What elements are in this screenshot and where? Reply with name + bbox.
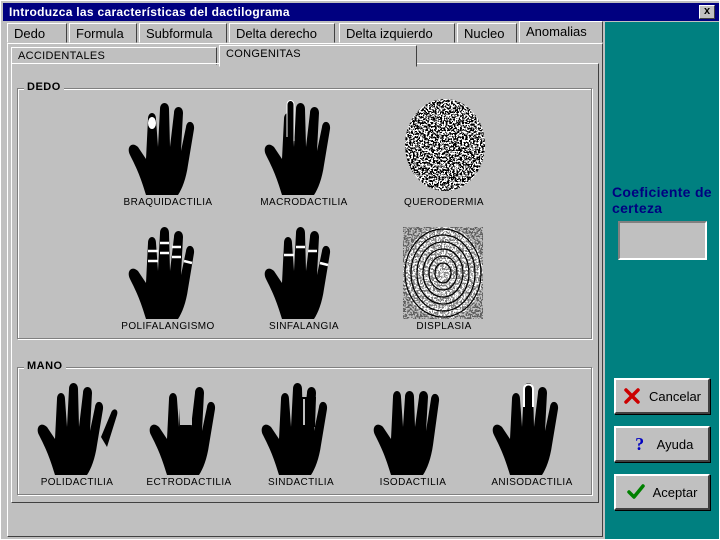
dialog-window: Introduzca las características del dacti…	[0, 0, 720, 540]
option-macrodactilia[interactable]: MACRODACTILIA	[241, 97, 367, 211]
tab-delta-derecho[interactable]: Delta derecho	[229, 23, 335, 43]
option-label: SINDACTILIA	[267, 477, 335, 488]
dedo-legend: DEDO	[24, 81, 64, 93]
accept-button[interactable]: Aceptar	[614, 474, 710, 510]
option-label: ANISODACTILIA	[491, 477, 573, 488]
option-label: DISPLASIA	[416, 321, 472, 332]
cancel-label: Cancelar	[648, 388, 702, 404]
option-isodactilia[interactable]: ISODACTILIA	[361, 377, 465, 491]
title-bar: Introduzca las características del dacti…	[3, 3, 719, 21]
option-label: BRAQUIDACTILIA	[123, 197, 213, 208]
tab-anomalias[interactable]: Anomalias	[519, 21, 603, 43]
tab-label: Formula	[76, 26, 124, 41]
hand-extra-finger-icon	[37, 383, 118, 475]
option-label: SINFALANGIA	[269, 321, 339, 332]
option-label: ECTRODACTILIA	[146, 477, 232, 488]
tab-label: Nucleo	[464, 26, 505, 41]
hand-unequal-fingers-icon	[492, 383, 559, 475]
certainty-coefficient-field[interactable]	[618, 221, 707, 260]
subtab-congenitas[interactable]: CONGENITAS	[219, 45, 417, 67]
hand-enlarged-finger-icon	[264, 100, 331, 195]
option-querodermia[interactable]: QUERODERMIA	[381, 97, 507, 211]
option-label: QUERODERMIA	[404, 197, 484, 208]
tab-nucleo[interactable]: Nucleo	[457, 23, 517, 43]
certainty-coefficient-label: Coeficiente de certeza	[612, 184, 712, 216]
option-label: ISODACTILIA	[379, 477, 447, 488]
option-ectrodactilia[interactable]: ECTRODACTILIA	[137, 377, 241, 491]
option-displasia[interactable]: DISPLASIA	[381, 221, 507, 335]
hand-short-thumb-icon	[128, 103, 195, 195]
tab-label: Dedo	[14, 26, 46, 41]
tab-label: Subformula	[146, 26, 213, 41]
option-anisodactilia[interactable]: ANISODACTILIA	[475, 377, 589, 491]
help-label: Ayuda	[656, 436, 694, 452]
option-polifalangismo[interactable]: POLIFALANGISMO	[105, 221, 231, 335]
option-label: POLIFALANGISMO	[121, 321, 215, 332]
subtab-label: ACCIDENTALES	[18, 50, 106, 62]
tab-dedo[interactable]: Dedo	[7, 23, 67, 43]
hand-fused-phalanges-icon	[264, 227, 331, 319]
subtab-label: CONGENITAS	[226, 48, 301, 60]
tab-formula[interactable]: Formula	[69, 23, 137, 43]
option-braquidactilia[interactable]: BRAQUIDACTILIA	[105, 97, 231, 211]
tab-label: Anomalias	[526, 24, 587, 39]
option-label: POLIDACTILIA	[40, 477, 114, 488]
hand-webbed-fingers-icon	[261, 383, 328, 475]
option-polidactilia[interactable]: POLIDACTILIA	[25, 377, 129, 491]
option-label: MACRODACTILIA	[260, 197, 348, 208]
checkmark-icon	[626, 483, 645, 501]
close-icon[interactable]: x	[699, 5, 715, 19]
tab-subformula[interactable]: Subformula	[139, 23, 227, 43]
option-sindactilia[interactable]: SINDACTILIA	[249, 377, 353, 491]
option-sinfalangia[interactable]: SINFALANGIA	[241, 221, 367, 335]
tab-label: Delta izquierdo	[346, 26, 433, 41]
cancel-button[interactable]: Cancelar	[614, 378, 710, 414]
question-mark-icon: ?	[635, 433, 645, 454]
hand-equal-fingers-icon	[373, 391, 440, 475]
fingerprint-dysplasia-icon	[403, 227, 483, 319]
tab-delta-izquierdo[interactable]: Delta izquierdo	[339, 23, 455, 43]
hand-missing-finger-icon	[149, 381, 216, 475]
help-button[interactable]: ? Ayuda	[614, 426, 710, 462]
accept-label: Aceptar	[652, 484, 698, 500]
tab-label: Delta derecho	[236, 26, 317, 41]
hand-extra-phalanges-icon	[128, 227, 195, 319]
cancel-x-icon	[623, 387, 641, 405]
window-title: Introduzca las características del dacti…	[9, 5, 290, 19]
fingerprint-patchy-icon	[397, 99, 489, 193]
mano-legend: MANO	[24, 360, 66, 372]
